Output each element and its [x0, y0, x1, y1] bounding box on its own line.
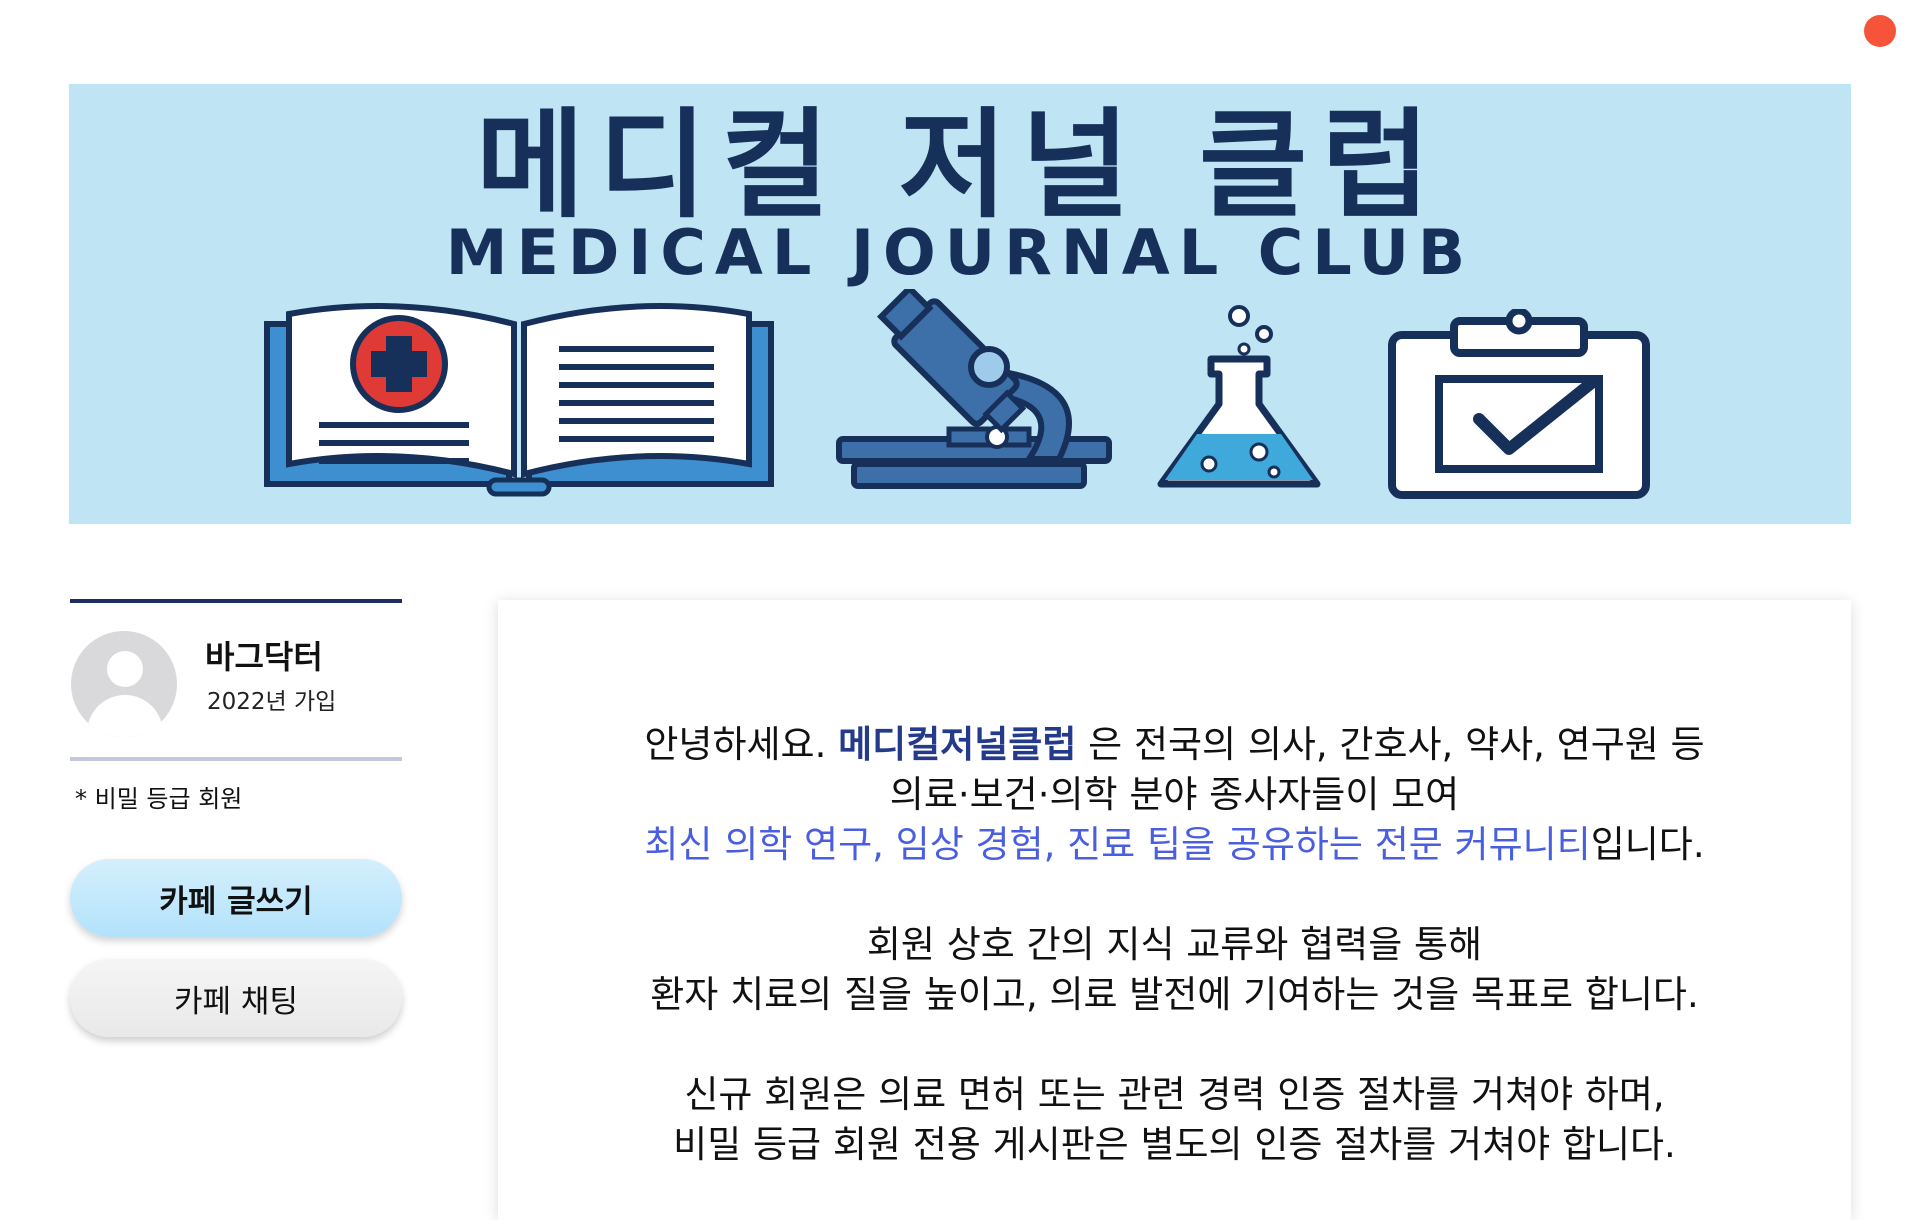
greeting: 안녕하세요. — [644, 723, 839, 766]
avatar[interactable] — [71, 631, 177, 737]
cafe-write-button[interactable]: 카페 글쓰기 — [70, 859, 402, 937]
intro-line: 회원 상호 간의 지식 교류와 협력을 통해 — [866, 923, 1483, 966]
banner-title: 메디컬 저널 클럽 — [475, 96, 1445, 234]
intro-line: 환자 치료의 질을 높이고, 의료 발전에 기여하는 것을 목표로 합니다. — [650, 973, 1699, 1016]
sidebar-mid-divider — [70, 757, 402, 761]
community-highlight: 최신 의학 연구, 임상 경험, 진료 팁을 공유하는 전문 커뮤니티 — [644, 823, 1591, 866]
microscope-icon — [836, 289, 1112, 489]
club-name: 메디컬저널클럽 — [838, 723, 1077, 766]
flask-icon — [1157, 305, 1321, 488]
notification-dot[interactable] — [1864, 15, 1896, 47]
member-grade: * 비밀 등급 회원 — [75, 785, 243, 813]
intro-text-segment: 입니다. — [1590, 823, 1705, 866]
intro-line: 의료·보건·의학 분야 종사자들이 모여 — [889, 773, 1460, 816]
clipboard-check-icon — [1388, 309, 1650, 499]
intro-text: 안녕하세요. 메디컬저널클럽 은 전국의 의사, 간호사, 약사, 연구원 등 … — [498, 720, 1851, 1170]
intro-line: 비밀 등급 회원 전용 게시판은 별도의 인증 절차를 거쳐야 합니다. — [673, 1123, 1676, 1166]
intro-text-segment: 은 전국의 의사, 간호사, 약사, 연구원 등 — [1076, 723, 1705, 766]
intro-line: 최신 의학 연구, 임상 경험, 진료 팁을 공유하는 전문 커뮤니티입니다. — [498, 820, 1851, 870]
banner-subtitle: MEDICAL JOURNAL CLUB — [445, 216, 1475, 289]
cafe-chat-button[interactable]: 카페 채팅 — [70, 959, 402, 1037]
intro-line: 안녕하세요. 메디컬저널클럽 은 전국의 의사, 간호사, 약사, 연구원 등 — [498, 720, 1851, 770]
open-book-medical-cross-icon — [264, 303, 774, 497]
intro-card: 안녕하세요. 메디컬저널클럽 은 전국의 의사, 간호사, 약사, 연구원 등 … — [498, 600, 1851, 1220]
sidebar-top-divider — [70, 599, 402, 603]
join-date: 2022년 가입 — [207, 689, 337, 715]
cafe-banner: 메디컬 저널 클럽 MEDICAL JOURNAL CLUB — [69, 84, 1851, 524]
username[interactable]: 바그닥터 — [205, 639, 323, 675]
intro-line: 신규 회원은 의료 면허 또는 관련 경력 인증 절차를 거쳐야 하며, — [684, 1073, 1665, 1116]
